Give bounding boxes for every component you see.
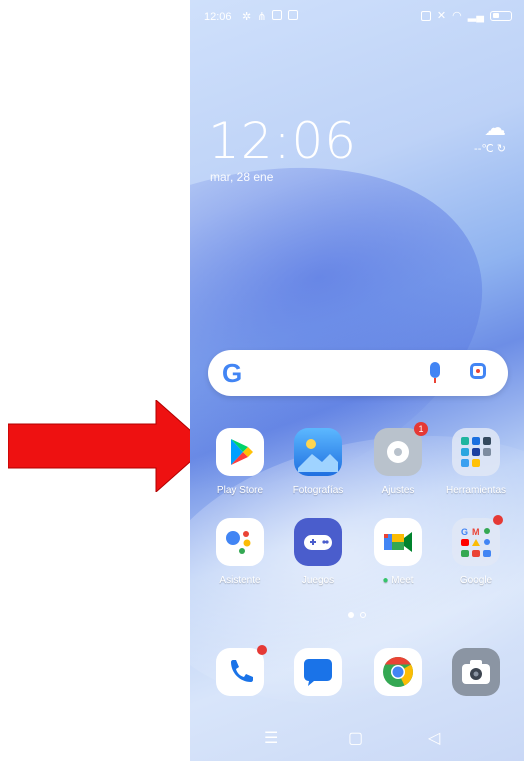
red-arrow-annotation <box>8 400 208 492</box>
home-button[interactable]: ▢ <box>348 728 363 748</box>
microphone-icon[interactable] <box>430 362 440 383</box>
app-play-store[interactable]: Play Store <box>200 428 280 496</box>
page-dot-active <box>348 612 354 618</box>
weather-widget[interactable]: ☁ --℃ ↻ <box>474 115 506 156</box>
clock-widget-time[interactable]: 12:06 <box>208 112 357 170</box>
app-settings[interactable]: 1 Ajustes <box>358 422 438 496</box>
svg-text:M: M <box>472 527 480 537</box>
app-games[interactable]: Juegos <box>278 518 358 586</box>
app-label: Fotografías <box>292 485 344 496</box>
assistant-icon <box>216 518 264 566</box>
tools-folder-icon <box>452 428 500 476</box>
google-lens-icon[interactable] <box>470 363 486 379</box>
gear-notification-icon: ✲ <box>242 11 252 23</box>
gmail-notification-icon <box>288 10 299 20</box>
chrome-icon <box>374 648 422 696</box>
notification-dot <box>493 515 503 525</box>
app-assistant[interactable]: Asistente <box>200 518 280 586</box>
dock-phone[interactable] <box>200 645 280 696</box>
google-folder-icon: G M <box>452 515 503 566</box>
notification-badge: 1 <box>414 422 428 436</box>
app-label: Herramientas <box>445 485 507 496</box>
settings-icon: 1 <box>374 422 428 476</box>
app-label: Ajustes <box>381 485 415 496</box>
app-label: ● Meet <box>382 575 414 586</box>
games-icon <box>294 518 342 566</box>
dock-camera[interactable] <box>436 648 516 696</box>
app-label: Google <box>459 575 493 586</box>
youtube-notification-icon <box>272 10 283 20</box>
status-bar: 12:06 ✲ ⋔ ✕ ◠ ▂▄ <box>190 0 524 36</box>
app-tools-folder[interactable]: Herramientas <box>436 428 516 496</box>
navigation-bar: ☰ ▢ ◁ <box>190 720 524 761</box>
camera-icon <box>452 648 500 696</box>
google-search-bar[interactable]: G <box>208 350 508 396</box>
app-meet[interactable]: ● Meet <box>358 518 438 586</box>
google-logo-icon: G <box>222 358 243 388</box>
app-label: Juegos <box>301 575 335 586</box>
notification-icons: ✲ ⋔ <box>242 10 299 23</box>
clock-widget-date[interactable]: mar, 28 ene <box>210 170 273 184</box>
weather-temp: --℃ ↻ <box>474 143 506 155</box>
page-dot <box>360 612 366 618</box>
dock-messages[interactable] <box>278 648 358 696</box>
app-label: Asistente <box>219 575 261 586</box>
page-indicator <box>348 612 366 618</box>
system-icons: ✕ ◠ ▂▄ <box>420 9 512 22</box>
menu-button[interactable]: ☰ <box>264 728 278 748</box>
phone-icon <box>216 645 267 696</box>
app-label: Play Store <box>216 485 264 496</box>
cloud-sun-icon: ☁ <box>484 115 506 140</box>
nfc-icon <box>420 10 431 21</box>
app-photos[interactable]: Fotografías <box>278 428 358 496</box>
status-time: 12:06 <box>204 11 232 23</box>
wifi-icon: ◠ <box>452 10 462 22</box>
app-google-folder[interactable]: G M Google <box>436 515 516 586</box>
mute-icon: ✕ <box>436 10 447 22</box>
battery-icon <box>490 10 512 21</box>
svg-text:G: G <box>461 527 468 537</box>
photos-icon <box>294 428 342 476</box>
signal-icon: ▂▄ <box>467 10 484 22</box>
notification-dot <box>257 645 267 655</box>
messages-icon <box>294 648 342 696</box>
share-notification-icon: ⋔ <box>257 11 267 23</box>
play-store-icon <box>216 428 264 476</box>
dock-chrome[interactable] <box>358 648 438 696</box>
back-button[interactable]: ◁ <box>428 728 440 748</box>
meet-icon <box>374 518 422 566</box>
phone-screen: 12:06 ✲ ⋔ ✕ ◠ ▂▄ 12:06 mar, 28 ene ☁ --℃… <box>190 0 524 761</box>
